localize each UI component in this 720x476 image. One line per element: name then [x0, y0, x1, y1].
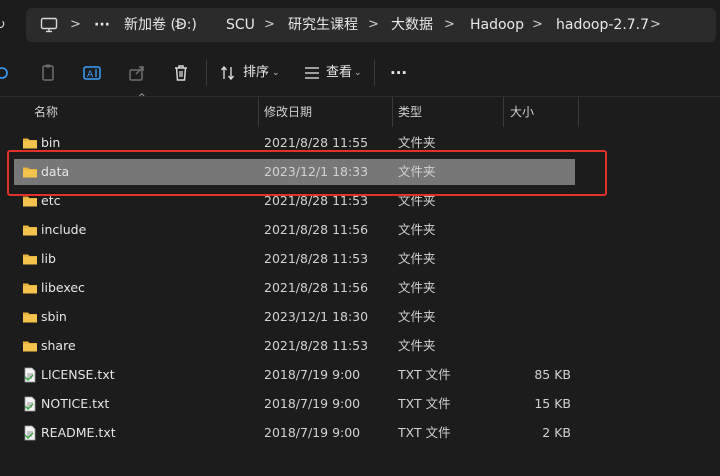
- column-header-size[interactable]: 大小: [510, 97, 534, 127]
- file-size: [504, 304, 571, 330]
- file-name: sbin: [41, 309, 67, 324]
- file-name: NOTICE.txt: [41, 396, 110, 411]
- file-type: TXT 文件: [398, 425, 451, 440]
- folder-icon: [22, 338, 38, 354]
- file-row[interactable]: sbin 2023/12/1 18:30 文件夹: [14, 304, 575, 330]
- breadcrumb-hadoop[interactable]: Hadoop: [470, 8, 524, 42]
- file-name: share: [41, 338, 76, 353]
- breadcrumb-overflow[interactable]: ···: [94, 8, 110, 42]
- file-row[interactable]: libexec 2021/8/28 11:56 文件夹: [14, 275, 575, 301]
- file-modified-date: 2018/7/19 9:00: [264, 425, 361, 440]
- breadcrumb-big-data[interactable]: 大数据: [391, 8, 433, 42]
- sort-icon: [220, 65, 235, 81]
- annotation-highlight-box: [7, 150, 607, 196]
- file-type: TXT 文件: [398, 367, 451, 382]
- delete-icon[interactable]: [171, 63, 191, 83]
- file-size: 2 KB: [542, 425, 571, 440]
- file-row[interactable]: README.txt 2018/7/19 9:00 TXT 文件 2 KB: [14, 420, 575, 446]
- file-name: README.txt: [41, 425, 116, 440]
- file-row[interactable]: lib 2021/8/28 11:53 文件夹: [14, 246, 575, 272]
- column-divider[interactable]: [258, 97, 259, 127]
- column-divider[interactable]: [392, 97, 393, 127]
- file-type: TXT 文件: [398, 396, 451, 411]
- file-type: 文件夹: [398, 280, 436, 295]
- copy-icon[interactable]: [38, 63, 58, 83]
- chevron-down-icon: ⌄: [354, 68, 362, 78]
- file-row[interactable]: include 2021/8/28 11:56 文件夹: [14, 217, 575, 243]
- refresh-icon[interactable]: ↻: [0, 14, 8, 36]
- file-row[interactable]: NOTICE.txt 2018/7/19 9:00 TXT 文件 15 KB: [14, 391, 575, 417]
- file-type: 文件夹: [398, 222, 436, 237]
- breadcrumb-separator[interactable]: >: [264, 8, 275, 42]
- file-size: [504, 217, 571, 243]
- folder-icon: [22, 222, 38, 238]
- folder-icon: [22, 280, 38, 296]
- file-row[interactable]: LICENSE.txt 2018/7/19 9:00 TXT 文件 85 KB: [14, 362, 575, 388]
- chevron-down-icon: ⌄: [272, 68, 280, 78]
- breadcrumb-scu[interactable]: SCU: [226, 8, 255, 42]
- sort-ascending-icon: ^: [138, 93, 146, 103]
- breadcrumb-separator[interactable]: >: [368, 8, 379, 42]
- folder-icon: [22, 309, 38, 325]
- file-modified-date: 2021/8/28 11:56: [264, 222, 369, 237]
- breadcrumb-drive-d[interactable]: 新加卷 (D:): [124, 8, 197, 42]
- file-modified-date: 2023/12/1 18:30: [264, 309, 369, 324]
- command-bar: A 排序 ⌄ 查看 ⌄ ···: [0, 50, 720, 97]
- text-file-icon: [22, 396, 38, 412]
- sort-label: 排序: [243, 65, 270, 80]
- file-type: 文件夹: [398, 309, 436, 324]
- folder-icon: [22, 135, 38, 151]
- column-header-name[interactable]: 名称: [34, 97, 58, 127]
- breadcrumb-hadoop-2-7-7[interactable]: hadoop-2.7.7: [556, 8, 649, 42]
- file-modified-date: 2021/8/28 11:53: [264, 251, 369, 266]
- breadcrumb-separator[interactable]: >: [70, 8, 81, 42]
- file-name: lib: [41, 251, 56, 266]
- file-size: [504, 333, 571, 359]
- cut-icon[interactable]: [0, 63, 10, 83]
- rename-icon[interactable]: A: [82, 63, 102, 83]
- view-label: 查看: [326, 65, 353, 80]
- breadcrumb-separator[interactable]: >: [532, 8, 543, 42]
- toolbar-divider: [206, 60, 207, 86]
- svg-text:A: A: [87, 70, 94, 80]
- column-header-type[interactable]: 类型: [398, 97, 422, 127]
- file-type: 文件夹: [398, 338, 436, 353]
- file-modified-date: 2018/7/19 9:00: [264, 367, 361, 382]
- toolbar-divider: [374, 60, 375, 86]
- folder-icon: [22, 251, 38, 267]
- more-options-button[interactable]: ···: [390, 61, 407, 85]
- file-row[interactable]: share 2021/8/28 11:53 文件夹: [14, 333, 575, 359]
- address-bar-row: ↻ > ··· > 新加卷 (D:) SCU > 研究生课程 > 大数据 > H…: [0, 0, 720, 50]
- column-divider[interactable]: [503, 97, 504, 127]
- column-divider[interactable]: [578, 97, 579, 127]
- share-icon[interactable]: [127, 63, 147, 83]
- view-list-icon: [305, 67, 319, 79]
- file-modified-date: 2021/8/28 11:53: [264, 338, 369, 353]
- file-explorer-window: ↻ > ··· > 新加卷 (D:) SCU > 研究生课程 > 大数据 > H…: [0, 0, 720, 476]
- text-file-icon: [22, 367, 38, 383]
- file-modified-date: 2021/8/28 11:56: [264, 280, 369, 295]
- file-size: [504, 246, 571, 272]
- file-name: libexec: [41, 280, 85, 295]
- breadcrumb-separator[interactable]: >: [444, 8, 455, 42]
- file-name: include: [41, 222, 87, 237]
- file-size: 15 KB: [534, 396, 571, 411]
- computer-icon[interactable]: [40, 17, 58, 33]
- breadcrumb-graduate-courses[interactable]: 研究生课程: [288, 8, 358, 42]
- file-type: 文件夹: [398, 251, 436, 266]
- file-modified-date: 2018/7/19 9:00: [264, 396, 361, 411]
- file-size: 85 KB: [534, 367, 571, 382]
- text-file-icon: [22, 425, 38, 441]
- column-header-modified[interactable]: 修改日期: [264, 97, 312, 127]
- column-header-row: ^ 名称 修改日期 类型 大小: [0, 93, 720, 127]
- file-size: [504, 275, 571, 301]
- breadcrumb-expand-chevron[interactable]: >: [650, 8, 661, 42]
- address-bar[interactable]: > ··· > 新加卷 (D:) SCU > 研究生课程 > 大数据 > Had…: [26, 8, 716, 42]
- file-name: LICENSE.txt: [41, 367, 115, 382]
